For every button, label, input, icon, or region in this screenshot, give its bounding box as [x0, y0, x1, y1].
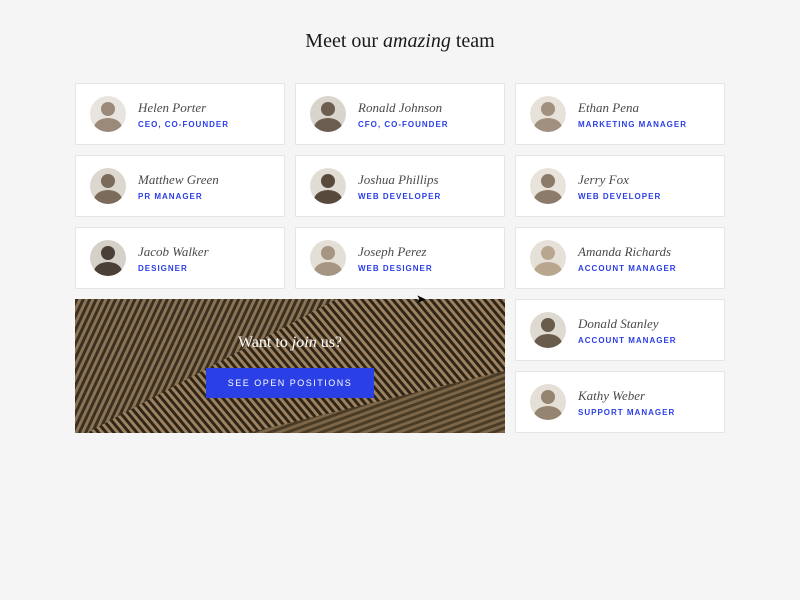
title-suffix: team [451, 30, 495, 52]
member-role: CEO, CO-FOUNDER [138, 120, 229, 129]
member-name: Kathy Weber [578, 388, 675, 404]
member-info: Jacob Walker DESIGNER [138, 244, 209, 273]
avatar [310, 168, 346, 204]
member-role: WEB DEVELOPER [358, 192, 441, 201]
team-card[interactable]: Jerry Fox WEB DEVELOPER [515, 155, 725, 217]
cta-background-pattern [75, 299, 505, 433]
member-info: Matthew Green PR MANAGER [138, 172, 219, 201]
member-info: Joshua Phillips WEB DEVELOPER [358, 172, 441, 201]
member-name: Joseph Perez [358, 244, 433, 260]
see-open-positions-button[interactable]: SEE OPEN POSITIONS [206, 368, 375, 398]
cta-suffix: us? [317, 334, 342, 351]
member-name: Joshua Phillips [358, 172, 441, 188]
team-card[interactable]: Donald Stanley ACCOUNT MANAGER [515, 299, 725, 361]
member-info: Amanda Richards ACCOUNT MANAGER [578, 244, 677, 273]
member-name: Jerry Fox [578, 172, 661, 188]
cta-prefix: Want to [238, 334, 292, 351]
member-role: CFO, CO-FOUNDER [358, 120, 449, 129]
team-card[interactable]: Helen Porter CEO, CO-FOUNDER [75, 83, 285, 145]
title-prefix: Meet our [305, 30, 383, 52]
page-title: Meet our amazing team [75, 30, 725, 53]
cta-em: join [292, 334, 317, 351]
member-role: ACCOUNT MANAGER [578, 264, 677, 273]
member-role: SUPPORT MANAGER [578, 408, 675, 417]
team-card[interactable]: Ethan Pena MARKETING MANAGER [515, 83, 725, 145]
member-role: WEB DEVELOPER [578, 192, 661, 201]
team-card[interactable]: Matthew Green PR MANAGER [75, 155, 285, 217]
member-name: Helen Porter [138, 100, 229, 116]
member-name: Ronald Johnson [358, 100, 449, 116]
avatar [530, 384, 566, 420]
avatar [530, 240, 566, 276]
team-card[interactable]: Joshua Phillips WEB DEVELOPER [295, 155, 505, 217]
member-info: Ethan Pena MARKETING MANAGER [578, 100, 687, 129]
team-card[interactable]: Ronald Johnson CFO, CO-FOUNDER [295, 83, 505, 145]
member-role: ACCOUNT MANAGER [578, 336, 677, 345]
team-grid: Helen Porter CEO, CO-FOUNDER Ronald John… [75, 83, 725, 433]
member-info: Jerry Fox WEB DEVELOPER [578, 172, 661, 201]
member-role: MARKETING MANAGER [578, 120, 687, 129]
member-info: Kathy Weber SUPPORT MANAGER [578, 388, 675, 417]
avatar [530, 96, 566, 132]
member-role: WEB DESIGNER [358, 264, 433, 273]
avatar [530, 312, 566, 348]
avatar [90, 168, 126, 204]
member-name: Ethan Pena [578, 100, 687, 116]
member-name: Donald Stanley [578, 316, 677, 332]
cta-heading: Want to join us? [238, 334, 342, 352]
team-card[interactable]: Kathy Weber SUPPORT MANAGER [515, 371, 725, 433]
avatar [310, 96, 346, 132]
avatar [530, 168, 566, 204]
member-role: DESIGNER [138, 264, 209, 273]
member-info: Helen Porter CEO, CO-FOUNDER [138, 100, 229, 129]
avatar [90, 240, 126, 276]
member-name: Jacob Walker [138, 244, 209, 260]
team-card[interactable]: Amanda Richards ACCOUNT MANAGER [515, 227, 725, 289]
member-role: PR MANAGER [138, 192, 219, 201]
member-info: Joseph Perez WEB DESIGNER [358, 244, 433, 273]
member-name: Matthew Green [138, 172, 219, 188]
join-us-cta: Want to join us? SEE OPEN POSITIONS [75, 299, 505, 433]
title-emphasis: amazing [383, 30, 451, 52]
team-card[interactable]: Joseph Perez WEB DESIGNER [295, 227, 505, 289]
avatar [310, 240, 346, 276]
member-info: Donald Stanley ACCOUNT MANAGER [578, 316, 677, 345]
avatar [90, 96, 126, 132]
member-name: Amanda Richards [578, 244, 677, 260]
member-info: Ronald Johnson CFO, CO-FOUNDER [358, 100, 449, 129]
team-card[interactable]: Jacob Walker DESIGNER [75, 227, 285, 289]
